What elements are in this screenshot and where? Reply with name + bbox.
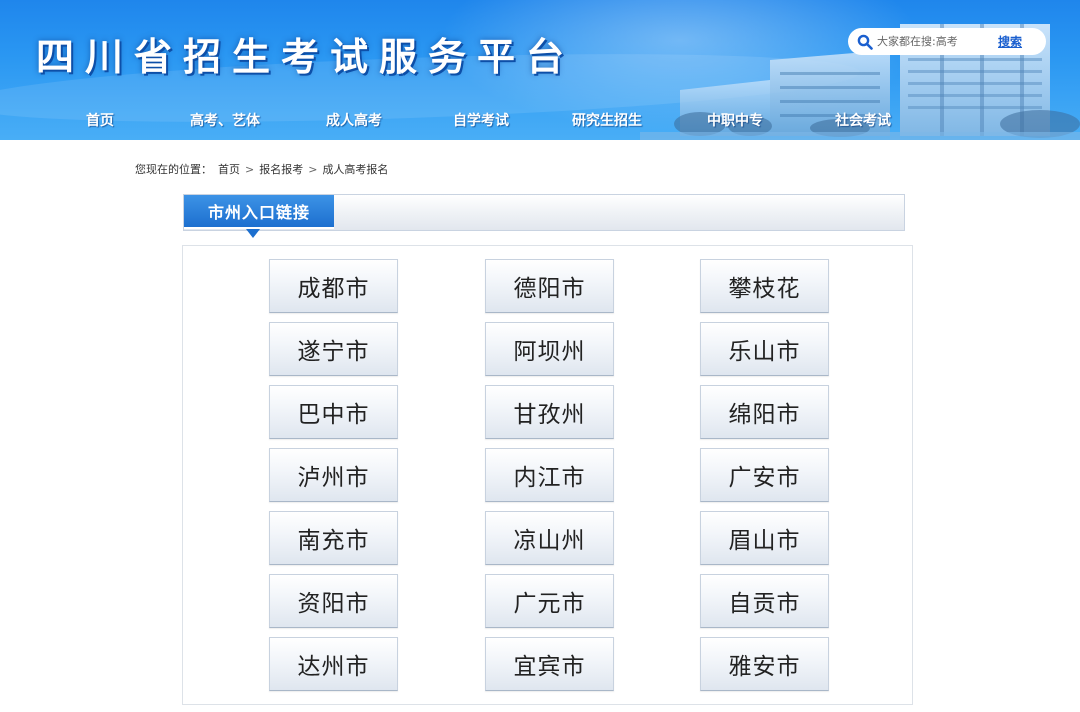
search-button[interactable]: 搜索 <box>998 33 1022 50</box>
nav-item-graduate-admission[interactable]: 研究生招生 <box>572 110 642 130</box>
city-link-panzhihua[interactable]: 攀枝花 <box>700 259 829 313</box>
city-link-neijiang[interactable]: 内江市 <box>485 448 614 502</box>
city-link-leshan[interactable]: 乐山市 <box>700 322 829 376</box>
nav-item-home[interactable]: 首页 <box>86 110 114 130</box>
breadcrumb: 您现在的位置： 首页 > 报名报考 > 成人高考报名 <box>135 161 388 177</box>
breadcrumb-prefix: 您现在的位置： <box>135 163 212 176</box>
header-banner: 四川省招生考试服务平台 搜索 首页 高考、艺体 成人高考 自学考试 研究生招生 … <box>0 0 1080 140</box>
nav-item-self-study-exam[interactable]: 自学考试 <box>453 110 509 130</box>
city-link-zigong[interactable]: 自贡市 <box>700 574 829 628</box>
search-box: 搜索 <box>848 28 1046 55</box>
breadcrumb-registration[interactable]: 报名报考 <box>259 161 303 177</box>
city-link-guangan[interactable]: 广安市 <box>700 448 829 502</box>
breadcrumb-current: 成人高考报名 <box>322 163 389 176</box>
nav-item-vocational[interactable]: 中职中专 <box>707 110 763 130</box>
city-link-dazhou[interactable]: 达州市 <box>269 637 398 691</box>
city-link-chengdu[interactable]: 成都市 <box>269 259 398 313</box>
city-link-ganzi[interactable]: 甘孜州 <box>485 385 614 439</box>
nav-item-social-exam[interactable]: 社会考试 <box>835 110 891 130</box>
city-link-suining[interactable]: 遂宁市 <box>269 322 398 376</box>
search-icon[interactable] <box>854 31 876 53</box>
city-link-bazhong[interactable]: 巴中市 <box>269 385 398 439</box>
city-link-nanchong[interactable]: 南充市 <box>269 511 398 565</box>
city-link-luzhou[interactable]: 泸州市 <box>269 448 398 502</box>
main-nav: 首页 高考、艺体 成人高考 自学考试 研究生招生 中职中专 社会考试 <box>0 104 1080 136</box>
section-tab-pointer <box>246 229 260 238</box>
breadcrumb-separator: > <box>245 162 255 176</box>
breadcrumb-home[interactable]: 首页 <box>218 161 240 177</box>
city-link-mianyang[interactable]: 绵阳市 <box>700 385 829 439</box>
city-link-guangyuan[interactable]: 广元市 <box>485 574 614 628</box>
site-title: 四川省招生考试服务平台 <box>36 35 576 79</box>
city-link-yaan[interactable]: 雅安市 <box>700 637 829 691</box>
search-input[interactable] <box>877 31 997 52</box>
nav-item-adult-gaokao[interactable]: 成人高考 <box>326 110 382 130</box>
city-link-aba[interactable]: 阿坝州 <box>485 322 614 376</box>
nav-item-gaokao-art[interactable]: 高考、艺体 <box>190 110 260 130</box>
city-link-meishan[interactable]: 眉山市 <box>700 511 829 565</box>
city-link-yibin[interactable]: 宜宾市 <box>485 637 614 691</box>
breadcrumb-separator: > <box>308 162 318 176</box>
city-link-deyang[interactable]: 德阳市 <box>485 259 614 313</box>
city-link-liangshan[interactable]: 凉山州 <box>485 511 614 565</box>
city-link-ziyang[interactable]: 资阳市 <box>269 574 398 628</box>
section-title: 市州入口链接 <box>184 195 334 229</box>
